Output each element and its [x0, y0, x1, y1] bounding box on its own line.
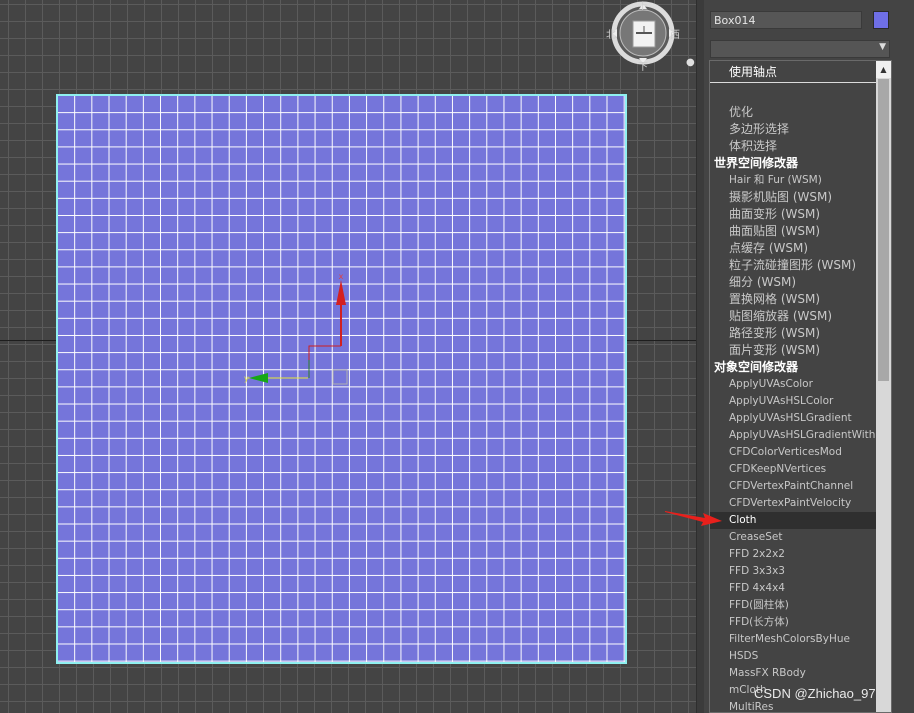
viewcube-top-label[interactable]: 上	[638, 0, 648, 13]
transform-gizmo[interactable]: x y	[240, 268, 360, 388]
gizmo-center-box	[332, 369, 348, 385]
modifier-list-dropdown[interactable]: ▼	[710, 40, 890, 58]
viewcube-right-label[interactable]: 西	[670, 26, 680, 41]
list-section-header: 对象空间修改器	[714, 360, 799, 374]
annotation-arrow-icon	[665, 511, 722, 526]
list-item-wsm[interactable]: 路径变形 (WSM)	[710, 325, 876, 342]
list-item[interactable]: 体积选择	[710, 138, 876, 155]
list-item-hsds[interactable]: HSDS	[710, 648, 876, 665]
scroll-up-icon[interactable]: ▲	[876, 61, 891, 78]
list-item-applyuvashslgradient[interactable]: ApplyUVAsHSLGradient	[710, 410, 876, 427]
object-name-field[interactable]: Box014	[710, 11, 862, 29]
object-color-swatch[interactable]	[873, 11, 889, 29]
list-item-wsm[interactable]: 贴图缩放器 (WSM)	[710, 308, 876, 325]
gizmo-green-arrow-icon	[249, 373, 268, 383]
list-item-applyuvascolor[interactable]: ApplyUVAsColor	[710, 376, 876, 393]
modify-panel: Box014 ▼ 使用轴点 优化 多边形选择 体积选择 世界空间修改器 Hair 和 F…	[704, 0, 914, 713]
list-item-wsm[interactable]: 粒子流碰撞图形 (WSM)	[710, 257, 876, 274]
list-item-creaseset[interactable]: CreaseSet	[710, 529, 876, 546]
perspective-viewport[interactable]: x y 上 北 西 下 ●	[0, 0, 703, 713]
list-item-hair-fur-wsm[interactable]: Hair 和 Fur (WSM)	[710, 172, 876, 189]
viewcube[interactable]: 上 北 西 下	[606, 0, 680, 73]
list-item-applyuvashslgradientwithmidpoint[interactable]: ApplyUVAsHSLGradientWithMidpoint	[710, 427, 876, 444]
list-item-ffd-3x3x3[interactable]: FFD 3x3x3	[710, 563, 876, 580]
viewcube-menu-icon[interactable]: ●	[686, 57, 695, 68]
list-scrollbar[interactable]: ▲	[876, 61, 891, 712]
list-item-multires[interactable]: MultiRes	[710, 699, 876, 712]
modifier-list-popup[interactable]: 使用轴点 优化 多边形选择 体积选择 世界空间修改器 Hair 和 Fur (WSM) 摄…	[709, 60, 892, 713]
chevron-down-icon[interactable]: ▼	[879, 42, 886, 52]
list-item-wsm[interactable]: 细分 (WSM)	[710, 274, 876, 291]
list-item-cfdvertexpaintchannel[interactable]: CFDVertexPaintChannel	[710, 478, 876, 495]
list-item-wsm[interactable]: 曲面变形 (WSM)	[710, 206, 876, 223]
list-item-wsm[interactable]: 点缓存 (WSM)	[710, 240, 876, 257]
list-item-wsm[interactable]: 曲面贴图 (WSM)	[710, 223, 876, 240]
list-item-wsm[interactable]: 摄影机贴图 (WSM)	[710, 189, 876, 206]
watermark: CSDN @Zhichao_97	[754, 686, 876, 701]
list-item-ffd-2x2x2[interactable]: FFD 2x2x2	[710, 546, 876, 563]
list-section-header: 世界空间修改器	[714, 156, 799, 170]
list-item[interactable]: 优化	[710, 104, 876, 121]
list-item-cfdvertexpaintvelocity[interactable]: CFDVertexPaintVelocity	[710, 495, 876, 512]
modifier-list: 优化 多边形选择 体积选择 世界空间修改器 Hair 和 Fur (WSM) 摄影机贴图 …	[710, 104, 876, 712]
gizmo-red-arrow-icon	[336, 280, 346, 305]
gizmo-y-label: y	[244, 374, 249, 383]
list-item-ffd[interactable]: FFD(圆柱体)	[710, 597, 876, 614]
scroll-thumb[interactable]	[878, 79, 889, 381]
viewcube-left-label[interactable]: 北	[606, 26, 616, 41]
gizmo-x-label: x	[339, 272, 344, 281]
list-item-applyuvashslcolor[interactable]: ApplyUVAsHSLColor	[710, 393, 876, 410]
list-item-ffd[interactable]: FFD(长方体)	[710, 614, 876, 631]
gizmo-plane-handle	[308, 345, 341, 378]
list-item-wsm[interactable]: 面片变形 (WSM)	[710, 342, 876, 359]
list-item-filtermeshcolorsbyhue[interactable]: FilterMeshColorsByHue	[710, 631, 876, 648]
list-item-ffd-4x4x4[interactable]: FFD 4x4x4	[710, 580, 876, 597]
list-item-wsm[interactable]: 置换网格 (WSM)	[710, 291, 876, 308]
list-item-massfx-rbody[interactable]: MassFX RBody	[710, 665, 876, 682]
list-item-use-pivot[interactable]: 使用轴点	[710, 61, 876, 83]
list-item[interactable]: 多边形选择	[710, 121, 876, 138]
list-item-cfdkeepnvertices[interactable]: CFDKeepNVertices	[710, 461, 876, 478]
list-item-cloth[interactable]: Cloth	[710, 512, 876, 529]
list-item-cfdcolorverticesmod[interactable]: CFDColorVerticesMod	[710, 444, 876, 461]
viewcube-bottom-label[interactable]: 下	[638, 58, 648, 73]
